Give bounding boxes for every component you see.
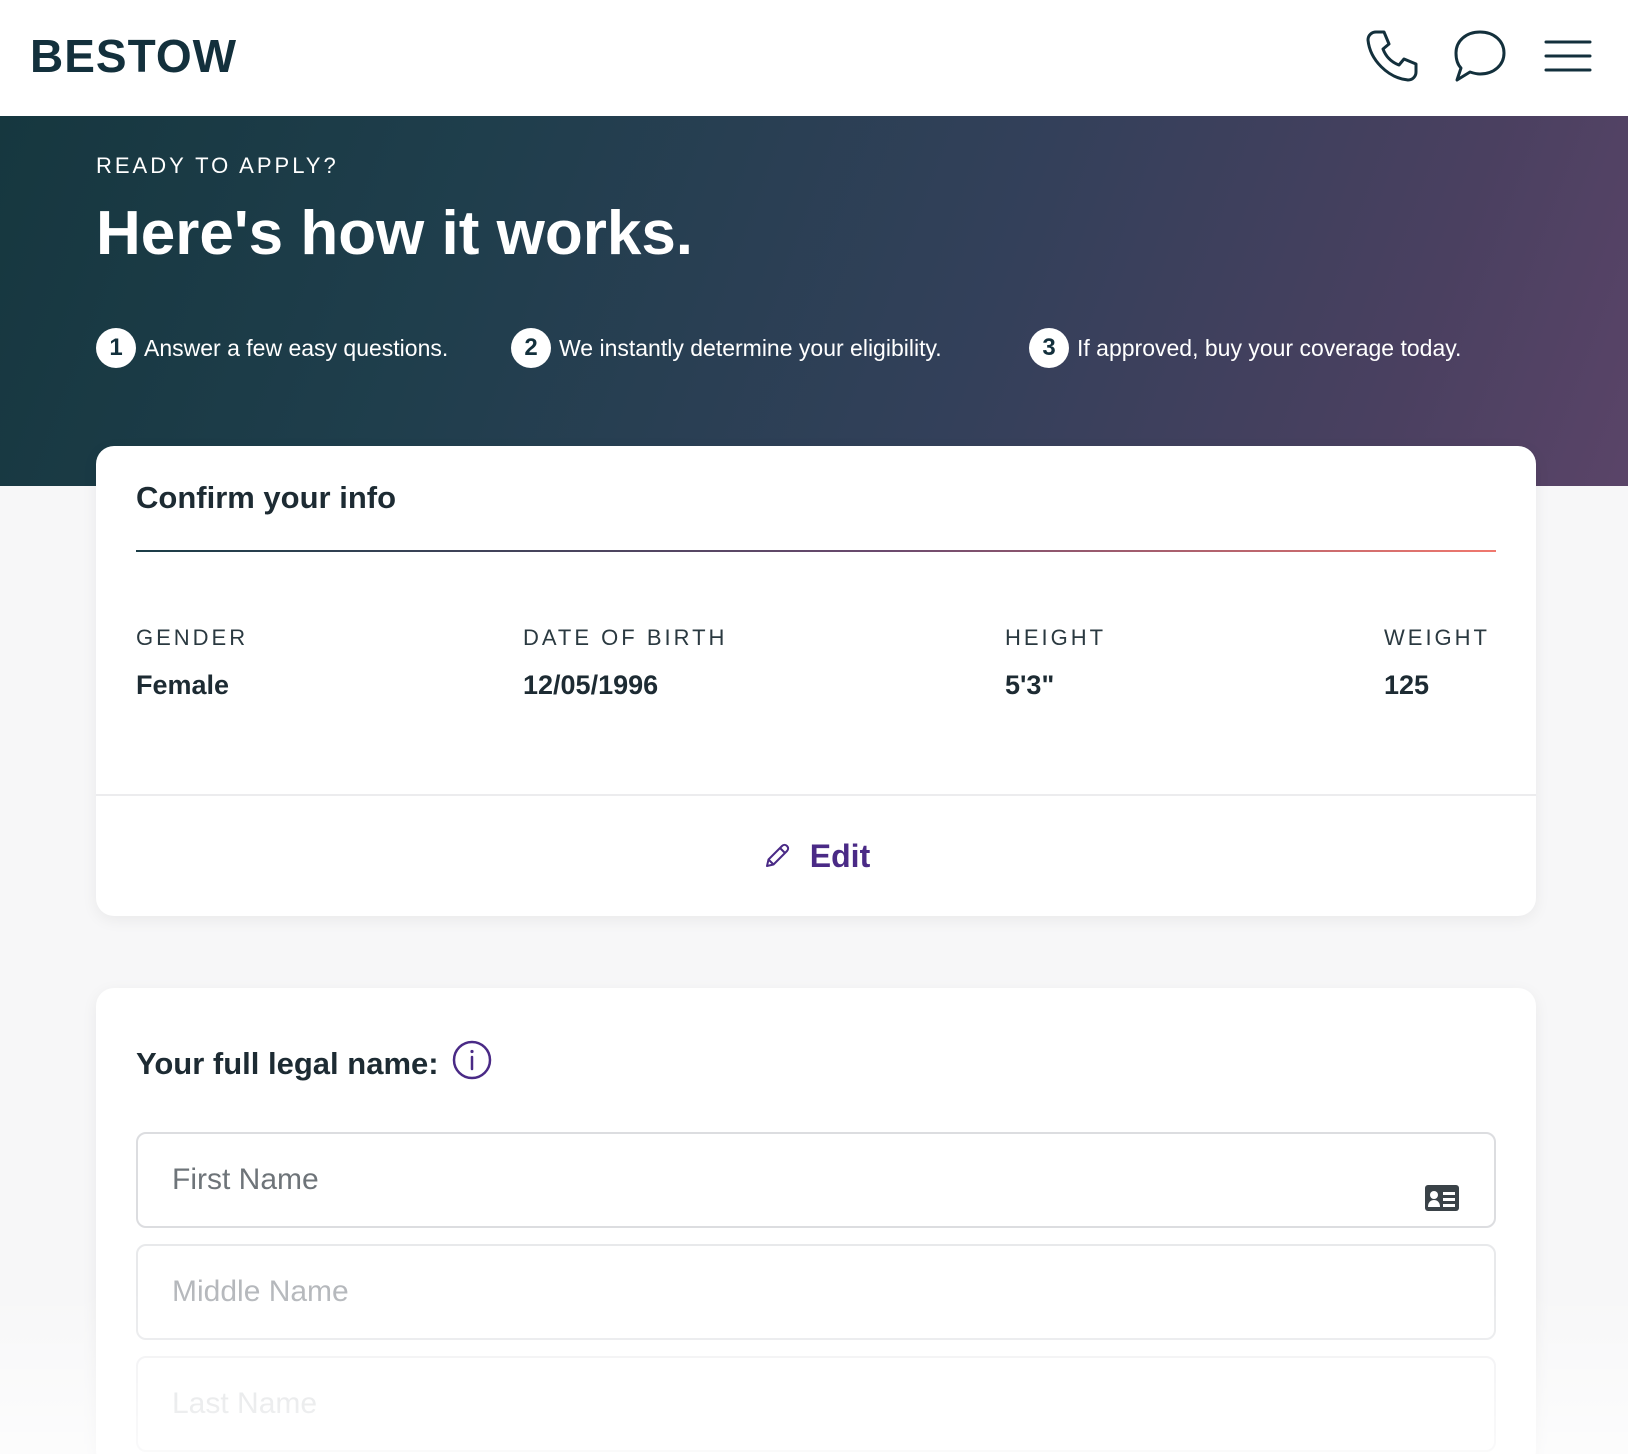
chat-icon[interactable]: [1450, 26, 1510, 86]
gender-label: GENDER: [136, 625, 249, 650]
step-number-badge: 3: [1029, 328, 1069, 368]
weight-label: WEIGHT: [1384, 625, 1490, 650]
step-2: 2 We instantly determine your eligibilit…: [511, 326, 942, 370]
legal-name-label: Your full legal name:: [136, 1046, 439, 1081]
weight-value: 125: [1384, 670, 1430, 700]
contact-card-icon[interactable]: [1424, 1184, 1460, 1212]
step-text: We instantly determine your eligibility.: [559, 334, 942, 361]
hero-eyebrow: READY TO APPLY?: [96, 153, 339, 178]
step-number-badge: 2: [511, 328, 551, 368]
gender-field: GENDER Female: [136, 624, 248, 702]
gender-value: Female: [136, 670, 230, 700]
bestow-logo[interactable]: BESTOW: [30, 28, 237, 84]
last-name-input[interactable]: [136, 1356, 1496, 1452]
hero-banner: READY TO APPLY? Here's how it works. 1 A…: [0, 116, 1628, 486]
pencil-icon: [762, 841, 792, 871]
step-3: 3 If approved, buy your coverage today.: [1029, 326, 1461, 370]
legal-name-heading: Your full legal name:: [136, 1040, 493, 1084]
title-divider: [136, 550, 1496, 552]
legal-name-card: Your full legal name:: [96, 988, 1536, 1454]
confirm-info-card: Confirm your info GENDER Female DATE OF …: [96, 446, 1536, 916]
step-text: Answer a few easy questions.: [144, 334, 449, 361]
info-icon[interactable]: [451, 1039, 493, 1081]
first-name-input[interactable]: [136, 1132, 1496, 1228]
height-value: 5'3": [1005, 670, 1055, 700]
date-of-birth-label: DATE OF BIRTH: [523, 625, 728, 650]
step-number-badge: 1: [96, 328, 136, 368]
hero-title: Here's how it works.: [96, 199, 694, 268]
date-of-birth-value: 12/05/1996: [523, 670, 659, 700]
steps-list: 1 Answer a few easy questions. 2 We inst…: [96, 326, 1536, 370]
weight-field: WEIGHT 125: [1384, 624, 1490, 702]
confirm-info-title: Confirm your info: [136, 480, 397, 515]
step-1: 1 Answer a few easy questions.: [96, 326, 448, 370]
middle-name-input[interactable]: [136, 1244, 1496, 1340]
phone-icon[interactable]: [1362, 26, 1422, 86]
edit-button[interactable]: Edit: [96, 796, 1536, 916]
date-of-birth-field: DATE OF BIRTH 12/05/1996: [523, 624, 727, 702]
top-bar: BESTOW: [0, 0, 1628, 116]
edit-label: Edit: [809, 838, 871, 874]
step-text: If approved, buy your coverage today.: [1077, 334, 1462, 361]
menu-icon[interactable]: [1538, 26, 1598, 86]
height-label: HEIGHT: [1005, 625, 1107, 650]
height-field: HEIGHT 5'3": [1005, 624, 1106, 702]
